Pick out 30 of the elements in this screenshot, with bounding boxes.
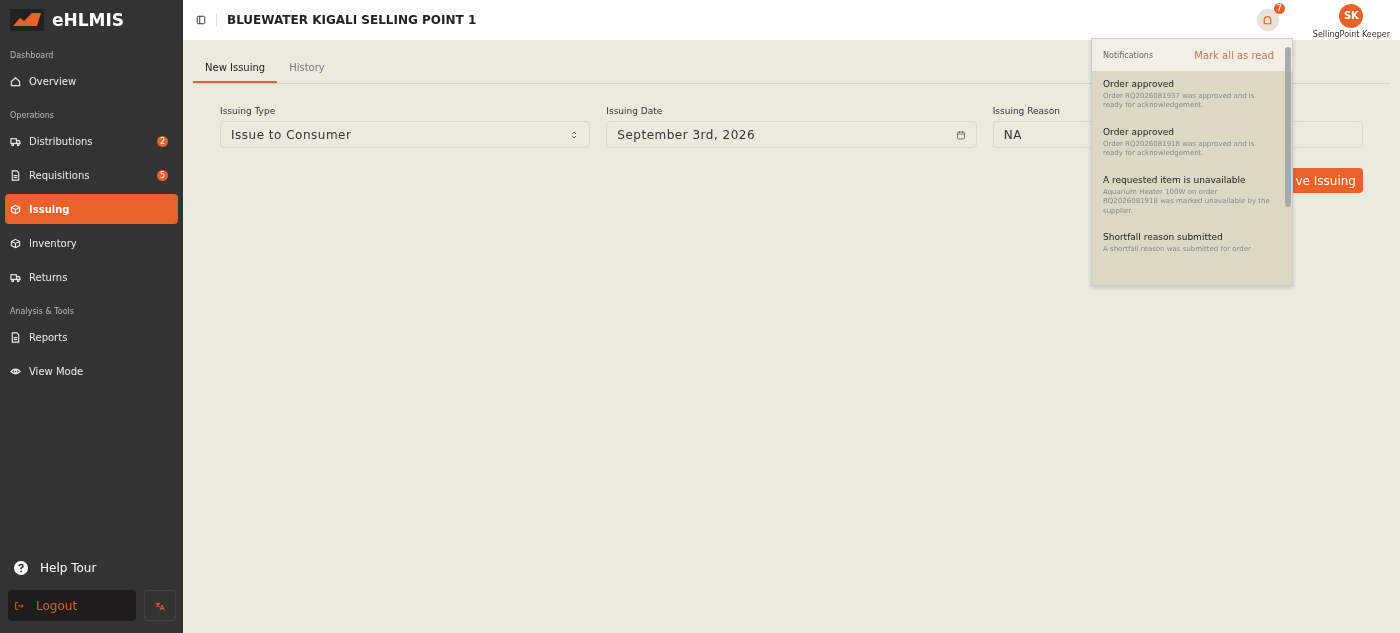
sidebar-item[interactable]: Overview bbox=[5, 66, 178, 96]
sidebar-item[interactable]: Reports bbox=[5, 322, 178, 352]
section-title: Dashboard bbox=[9, 50, 55, 62]
select-field[interactable]: Issue to Consumer bbox=[220, 121, 591, 148]
logout-button[interactable]: Logout bbox=[8, 590, 136, 621]
user-name: SellingPoint Keeper bbox=[1312, 29, 1390, 39]
count-badge: 5 bbox=[157, 169, 168, 181]
sidebar-item[interactable]: Distributions 2 bbox=[5, 126, 178, 156]
section-title: Operations bbox=[9, 110, 55, 122]
tab[interactable]: History bbox=[277, 54, 337, 83]
notification-title: Order approved bbox=[1103, 79, 1174, 89]
notification-title: Shortfall reason submitted bbox=[1103, 232, 1223, 243]
notification-title: A requested item is unavailable bbox=[1103, 174, 1246, 185]
page-title: BLUEWATER KIGALI SELLING POINT 1 bbox=[227, 13, 477, 27]
panel-title: Notifications bbox=[1103, 50, 1154, 60]
section-title: Analysis & Tools bbox=[9, 306, 75, 318]
field-label: Issuing Reason bbox=[992, 106, 1060, 116]
sidebar-item[interactable]: Requisitions 5 bbox=[5, 160, 178, 190]
count-badge: 2 bbox=[157, 135, 168, 147]
sidebar-item[interactable]: View Mode bbox=[5, 356, 178, 386]
sidebar-item[interactable]: Returns bbox=[5, 262, 178, 292]
field-label: Issuing Date bbox=[606, 106, 663, 116]
tab[interactable]: New Issuing bbox=[193, 54, 278, 83]
help-tour-link[interactable]: Help Tour bbox=[5, 553, 178, 583]
field-label: Issuing Type bbox=[220, 106, 276, 116]
notification-title: Order approved bbox=[1103, 126, 1174, 137]
date-field[interactable]: September 3rd, 2026 bbox=[606, 121, 977, 148]
notification-count: 7 bbox=[1273, 3, 1285, 14]
app-name: eHLMIS bbox=[52, 10, 125, 30]
sidebar-item[interactable]: Inventory bbox=[5, 228, 178, 258]
